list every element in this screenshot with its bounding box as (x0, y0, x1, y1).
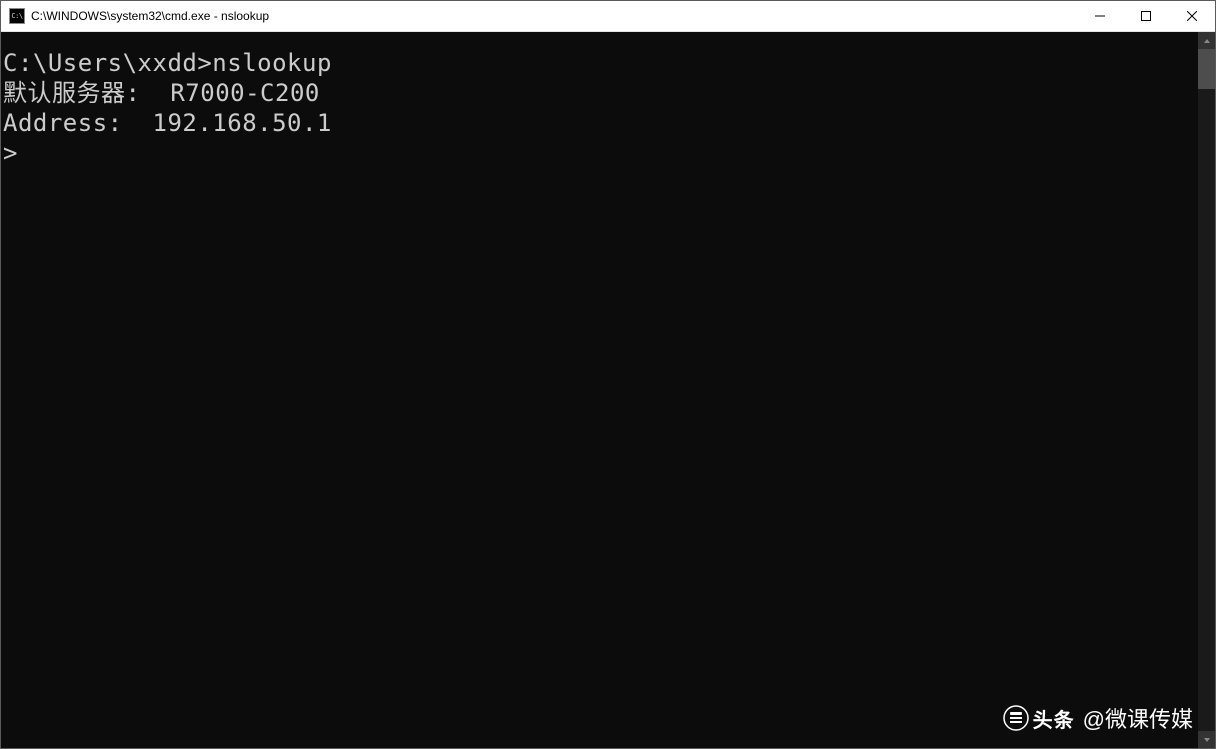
scroll-up-button[interactable] (1198, 32, 1215, 49)
window-controls (1077, 1, 1215, 31)
close-button[interactable] (1169, 1, 1215, 31)
chevron-down-icon (1203, 736, 1211, 744)
chevron-up-icon (1203, 37, 1211, 45)
minimize-icon (1095, 11, 1105, 21)
maximize-icon (1141, 11, 1151, 21)
scroll-down-button[interactable] (1198, 731, 1215, 748)
scroll-track[interactable] (1198, 49, 1215, 731)
window-title: C:\WINDOWS\system32\cmd.exe - nslookup (31, 9, 1077, 23)
maximize-button[interactable] (1123, 1, 1169, 31)
prompt-path: C:\Users\xxdd> (3, 49, 212, 77)
cmd-window: C:\ C:\WINDOWS\system32\cmd.exe - nslook… (0, 0, 1216, 749)
output-default-server: 默认服务器: R7000-C200 (3, 78, 1198, 108)
client-area: C:\Users\xxdd>nslookup默认服务器: R7000-C200A… (1, 32, 1215, 748)
titlebar[interactable]: C:\ C:\WINDOWS\system32\cmd.exe - nslook… (1, 1, 1215, 32)
nslookup-prompt: > (3, 138, 1198, 168)
cmd-icon: C:\ (9, 8, 25, 24)
vertical-scrollbar[interactable] (1198, 32, 1215, 748)
scroll-thumb[interactable] (1198, 49, 1215, 89)
command-text: nslookup (212, 49, 332, 77)
close-icon (1187, 11, 1197, 21)
output-address: Address: 192.168.50.1 (3, 108, 1198, 138)
minimize-button[interactable] (1077, 1, 1123, 31)
terminal-output[interactable]: C:\Users\xxdd>nslookup默认服务器: R7000-C200A… (1, 32, 1198, 748)
